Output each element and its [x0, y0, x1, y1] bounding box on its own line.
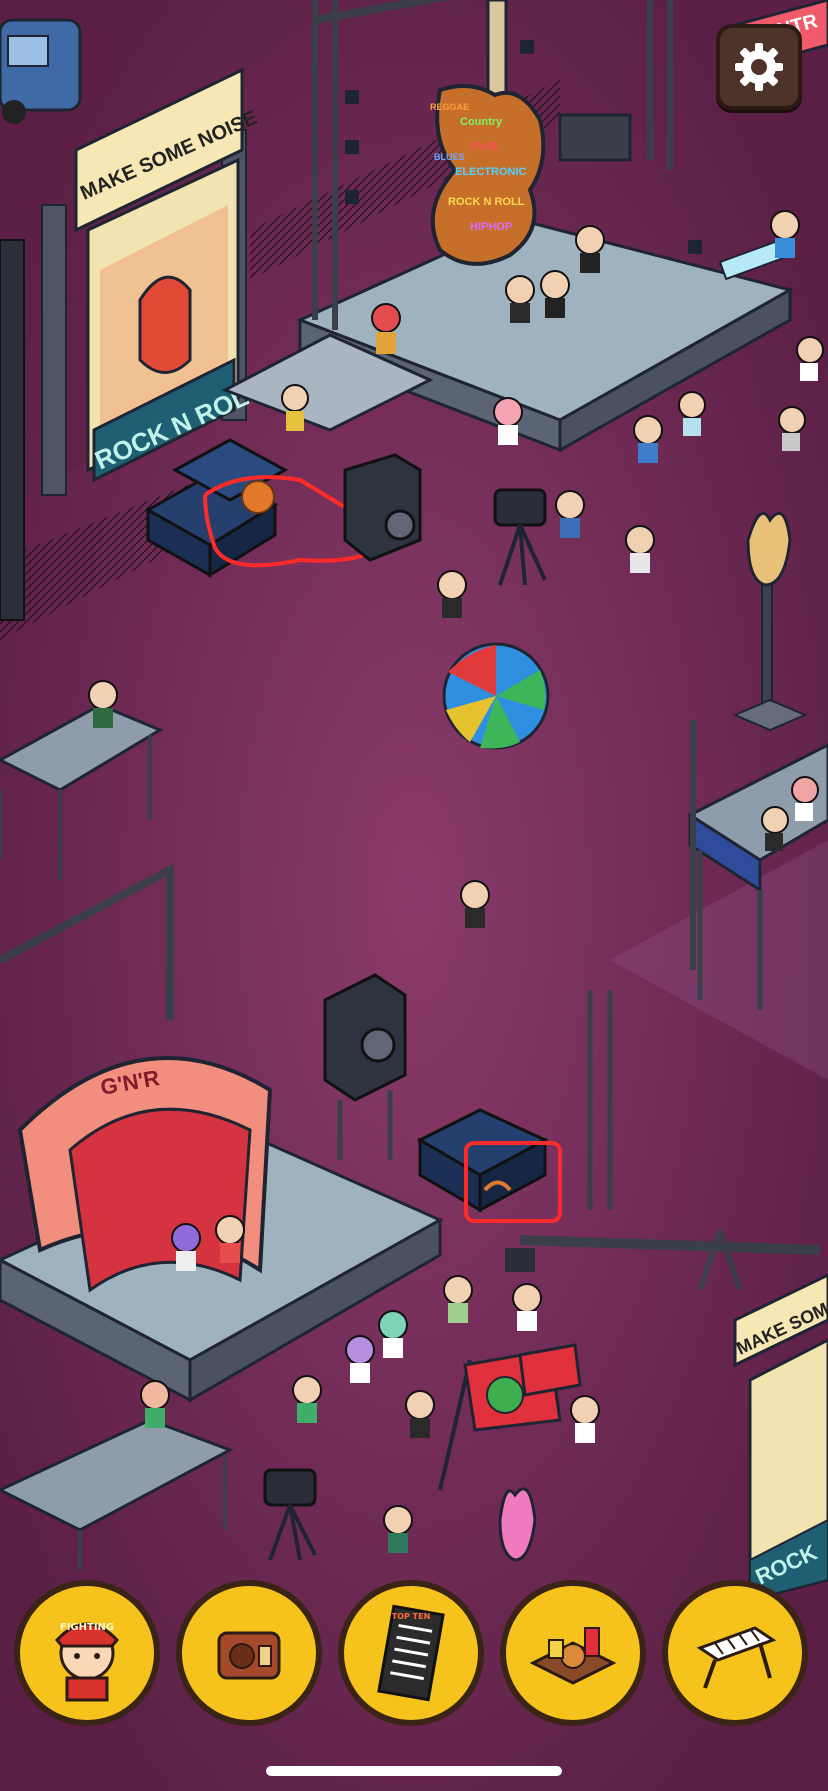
person[interactable]	[383, 1505, 413, 1553]
person[interactable]	[633, 415, 663, 463]
speaker-top[interactable]	[343, 453, 422, 562]
truck[interactable]	[0, 18, 82, 124]
person[interactable]	[575, 225, 605, 273]
person[interactable]	[540, 270, 570, 318]
keyboard-icon	[696, 1626, 777, 1689]
person[interactable]	[345, 1335, 375, 1383]
person[interactable]	[770, 210, 800, 258]
person[interactable]	[171, 1223, 201, 1271]
genre-electronic: ELECTRONIC	[455, 166, 527, 178]
person[interactable]	[570, 1395, 600, 1443]
rock-hand-icon	[138, 275, 192, 374]
radio-icon	[217, 1631, 281, 1680]
person[interactable]	[512, 1283, 542, 1331]
person[interactable]	[505, 275, 535, 323]
person[interactable]	[140, 1380, 170, 1428]
person[interactable]	[443, 1275, 473, 1323]
gear-icon	[735, 43, 783, 91]
hidden-object-found[interactable]	[241, 480, 275, 514]
item-slot-setlist-board[interactable]: TOP TEN	[338, 1580, 484, 1726]
item-slot-fast-food-tray[interactable]	[500, 1580, 646, 1726]
genre-hiphop: HIPHOP	[470, 221, 512, 233]
beach-ball[interactable]	[442, 642, 550, 750]
item-slot-fighting-mascot[interactable]: FIGHTING	[14, 1580, 160, 1726]
genre-country: Country	[460, 116, 503, 128]
genre-rock: ROCK N ROLL	[448, 196, 525, 208]
person[interactable]	[371, 303, 401, 354]
hidden-items-bar: FIGHTING TOP TEN	[0, 1568, 828, 1748]
person[interactable]	[215, 1215, 245, 1263]
fast-food-icon	[529, 1627, 617, 1685]
person[interactable]	[460, 880, 490, 928]
person[interactable]	[625, 525, 655, 573]
person[interactable]	[555, 490, 585, 538]
genre-reggae: REGGAE	[430, 102, 469, 112]
person[interactable]	[493, 397, 523, 445]
amplifier[interactable]	[558, 113, 632, 162]
home-indicator[interactable]	[266, 1766, 562, 1776]
fighting-label: FIGHTING	[59, 1622, 115, 1633]
person[interactable]	[88, 680, 118, 728]
person[interactable]	[292, 1375, 322, 1423]
game-scene[interactable]: MAKE SOME NOISE ROCK N ROLL Country R'n'…	[0, 0, 828, 1791]
person[interactable]	[437, 570, 467, 618]
person[interactable]	[378, 1310, 408, 1358]
speaker-tower	[0, 239, 25, 621]
settings-button[interactable]	[716, 24, 802, 110]
fighting-mascot-icon	[54, 1622, 120, 1702]
person[interactable]	[405, 1390, 435, 1438]
item-slot-keyboard-stand[interactable]	[662, 1580, 808, 1726]
setlist-label: TOP TEN	[391, 1612, 431, 1621]
genre-rnb: R'n'B	[470, 141, 498, 153]
item-slot-radio[interactable]	[176, 1580, 322, 1726]
genre-blues: BLUES	[434, 152, 465, 162]
